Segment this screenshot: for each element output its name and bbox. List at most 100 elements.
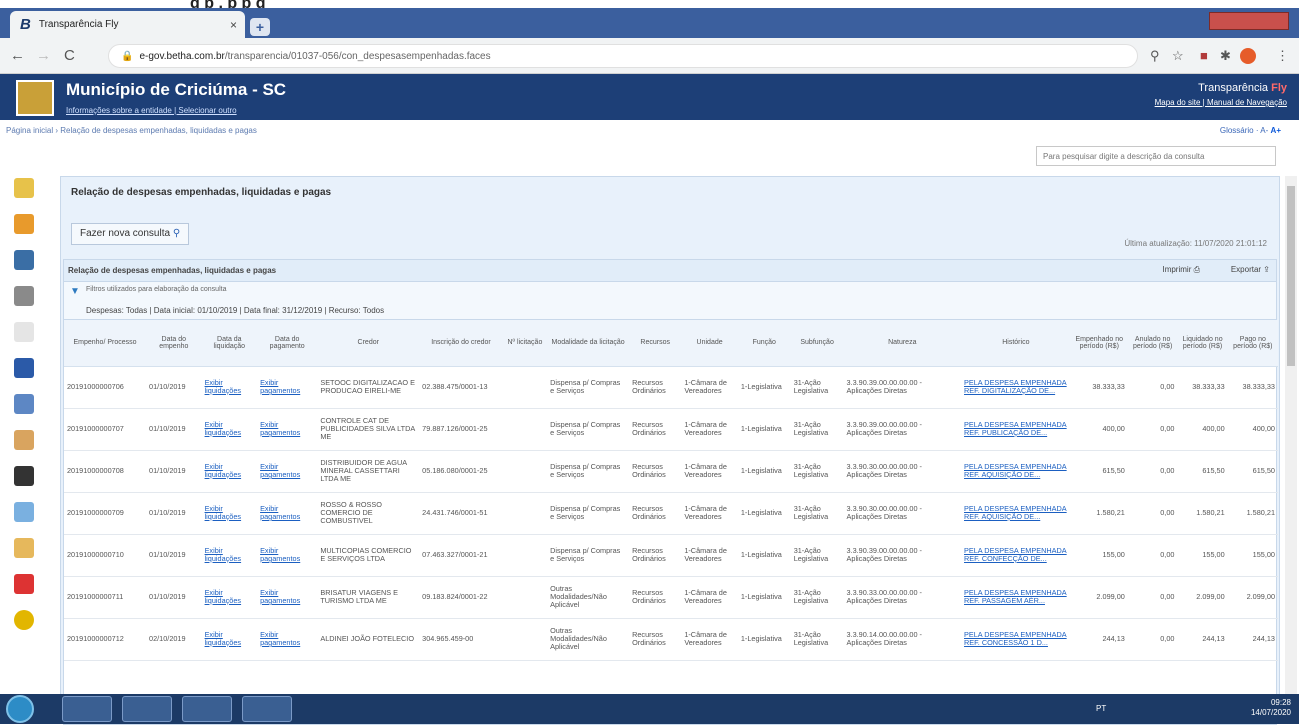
liquidacoes-link[interactable]: Exibir liquidações	[205, 588, 242, 605]
liquidacoes-link[interactable]: Exibir liquidações	[205, 420, 242, 437]
sidebar-money-icon[interactable]	[14, 214, 34, 234]
historico-link[interactable]: PELA DESPESA EMPENHADA REF. AQUISIÇÃO DE…	[964, 462, 1067, 479]
scrollbar-thumb[interactable]	[1287, 186, 1295, 366]
profile-avatar[interactable]	[1240, 48, 1256, 64]
taskbar-excel-icon[interactable]	[242, 696, 292, 722]
start-button[interactable]	[6, 695, 34, 723]
liquidacoes-link[interactable]: Exibir liquidações	[205, 546, 242, 563]
taskbar-outlook-icon[interactable]	[62, 696, 112, 722]
url-field[interactable]: 🔒 e-gov.betha.com.br/transparencia/01037…	[108, 44, 1138, 68]
liquidacoes-link[interactable]: Exibir liquidações	[205, 630, 242, 647]
breadcrumb[interactable]: Página inicial › Relação de despesas emp…	[6, 126, 257, 135]
window-controls[interactable]	[1209, 12, 1289, 30]
liquidacoes-link[interactable]: Exibir liquidações	[205, 504, 242, 521]
liquidacoes-link[interactable]: Exibir liquidações	[205, 378, 242, 395]
sidebar-truck-icon[interactable]	[14, 250, 34, 270]
table-cell: 20191000000712	[64, 618, 147, 661]
sidebar-folder-icon[interactable]	[14, 178, 34, 198]
sidebar-building-icon[interactable]	[14, 286, 34, 306]
sidebar-tools-icon[interactable]	[14, 322, 34, 342]
table-cell[interactable]: PELA DESPESA EMPENHADA REF. PUBLICAÇÃO D…	[961, 408, 1071, 451]
export-button[interactable]: Exportar ⇪	[1231, 265, 1270, 274]
table-row: 20191000000708 01/10/2019 Exibir liquidaçõ…	[64, 450, 1278, 493]
back-icon[interactable]: ←	[10, 47, 25, 64]
close-tab-icon[interactable]: ×	[230, 18, 237, 32]
table-cell[interactable]: PELA DESPESA EMPENHADA REF. CONCESSÃO 1 …	[961, 618, 1071, 661]
taskbar-chrome-icon[interactable]	[182, 696, 232, 722]
pin-icon[interactable]: ✱	[1220, 48, 1231, 64]
pagamentos-link[interactable]: Exibir pagamentos	[260, 504, 300, 521]
sidebar-info-icon[interactable]	[14, 610, 34, 630]
table-cell[interactable]: PELA DESPESA EMPENHADA REF. AQUISIÇÃO DE…	[961, 450, 1071, 493]
pagamentos-link[interactable]: Exibir pagamentos	[260, 420, 300, 437]
pagamentos-link[interactable]: Exibir pagamentos	[260, 546, 300, 563]
table-cell: 01/10/2019	[146, 492, 202, 535]
page-scrollbar[interactable]	[1285, 176, 1297, 694]
column-header: Função	[737, 320, 791, 367]
table-cell[interactable]: PELA DESPESA EMPENHADA REF. AQUISIÇÃO DE…	[961, 492, 1071, 535]
table-cell[interactable]: Exibir pagamentos	[257, 618, 318, 661]
table-cell[interactable]: Exibir pagamentos	[257, 492, 318, 535]
reload-icon[interactable]: C	[64, 47, 75, 64]
sidebar-graduation-icon[interactable]	[14, 466, 34, 486]
table-cell: Recursos Ordinários	[629, 450, 682, 493]
new-tab-button[interactable]: +	[250, 18, 270, 36]
table-row: 20191000000710 01/10/2019 Exibir liquidaçõ…	[64, 534, 1278, 577]
sidebar-document-icon[interactable]	[14, 574, 34, 594]
pagamentos-link[interactable]: Exibir pagamentos	[260, 462, 300, 479]
table-cell[interactable]: PELA DESPESA EMPENHADA REF. PASSAGEM AÉR…	[961, 576, 1071, 619]
liquidacoes-link[interactable]: Exibir liquidações	[205, 462, 242, 479]
table-cell[interactable]: Exibir liquidações	[201, 576, 258, 619]
table-cell[interactable]: Exibir liquidações	[201, 618, 258, 661]
table-cell: 155,00	[1070, 534, 1128, 577]
sidebar-hand-icon[interactable]	[14, 538, 34, 558]
table-cell[interactable]: PELA DESPESA EMPENHADA REF. CONFECÇÃO DE…	[961, 534, 1071, 577]
pagamentos-link[interactable]: Exibir pagamentos	[260, 588, 300, 605]
table-cell[interactable]: Exibir pagamentos	[257, 366, 318, 409]
table-cell[interactable]: Exibir pagamentos	[257, 408, 318, 451]
star-icon[interactable]: ☆	[1172, 48, 1184, 64]
historico-link[interactable]: PELA DESPESA EMPENHADA REF. CONCESSÃO 1 …	[964, 630, 1067, 647]
taskbar-explorer-icon[interactable]	[122, 696, 172, 722]
table-cell[interactable]: Exibir liquidações	[201, 534, 258, 577]
sidebar-window-icon[interactable]	[14, 502, 34, 522]
table-cell: 244,13	[1070, 618, 1128, 661]
consulta-search-select[interactable]: Para pesquisar digite a descrição da con…	[1036, 146, 1276, 166]
table-cell[interactable]: PELA DESPESA EMPENHADA REF. DIGITALIZAÇÃ…	[961, 366, 1071, 409]
system-clock[interactable]: 09:28 14/07/2020	[1251, 698, 1291, 718]
column-header: Empenhado no período (R$)	[1070, 320, 1128, 367]
language-indicator[interactable]: PT	[1096, 704, 1106, 713]
table-cell: 1-Legislativa	[737, 534, 791, 577]
zoom-icon[interactable]: ⚲	[1150, 48, 1160, 64]
historico-link[interactable]: PELA DESPESA EMPENHADA REF. DIGITALIZAÇÃ…	[964, 378, 1067, 395]
table-cell[interactable]: Exibir pagamentos	[257, 450, 318, 493]
pagamentos-link[interactable]: Exibir pagamentos	[260, 378, 300, 395]
table-cell[interactable]: Exibir liquidações	[201, 450, 258, 493]
extension-icon[interactable]: ■	[1200, 48, 1208, 63]
table-cell	[502, 576, 548, 619]
historico-link[interactable]: PELA DESPESA EMPENHADA REF. AQUISIÇÃO DE…	[964, 504, 1067, 521]
forward-icon[interactable]: →	[36, 47, 51, 64]
table-cell[interactable]: Exibir pagamentos	[257, 576, 318, 619]
historico-link[interactable]: PELA DESPESA EMPENHADA REF. PASSAGEM AÉR…	[964, 588, 1067, 605]
entity-links[interactable]: Informações sobre a entidade | Seleciona…	[66, 106, 237, 115]
table-cell: ALDINEI JOÃO FOTELECIO	[317, 618, 420, 661]
column-header: Empenho/ Processo	[64, 320, 147, 367]
print-button[interactable]: Imprimir ⎙	[1162, 265, 1200, 275]
browser-tab[interactable]: B Transparência Fly ×	[10, 11, 245, 38]
sidebar-vehicle-icon[interactable]	[14, 358, 34, 378]
new-query-button[interactable]: Fazer nova consulta ⚲	[71, 223, 190, 245]
table-cell: 3.3.90.30.00.00.00.00 - Aplicações Diret…	[843, 492, 962, 535]
sidebar-people-icon[interactable]	[14, 430, 34, 450]
historico-link[interactable]: PELA DESPESA EMPENHADA REF. PUBLICAÇÃO D…	[964, 420, 1067, 437]
menu-icon[interactable]: ⋮	[1276, 48, 1289, 64]
pagamentos-link[interactable]: Exibir pagamentos	[260, 630, 300, 647]
table-cell[interactable]: Exibir liquidações	[201, 408, 258, 451]
table-cell[interactable]: Exibir pagamentos	[257, 534, 318, 577]
sidebar-chart-icon[interactable]	[14, 394, 34, 414]
table-cell[interactable]: Exibir liquidações	[201, 366, 258, 409]
glossary-link[interactable]: Glossário · A- A+	[1220, 126, 1281, 135]
historico-link[interactable]: PELA DESPESA EMPENHADA REF. CONFECÇÃO DE…	[964, 546, 1067, 563]
site-map-link[interactable]: Mapa do site | Manual de Navegação	[1155, 98, 1287, 107]
table-cell[interactable]: Exibir liquidações	[201, 492, 258, 535]
